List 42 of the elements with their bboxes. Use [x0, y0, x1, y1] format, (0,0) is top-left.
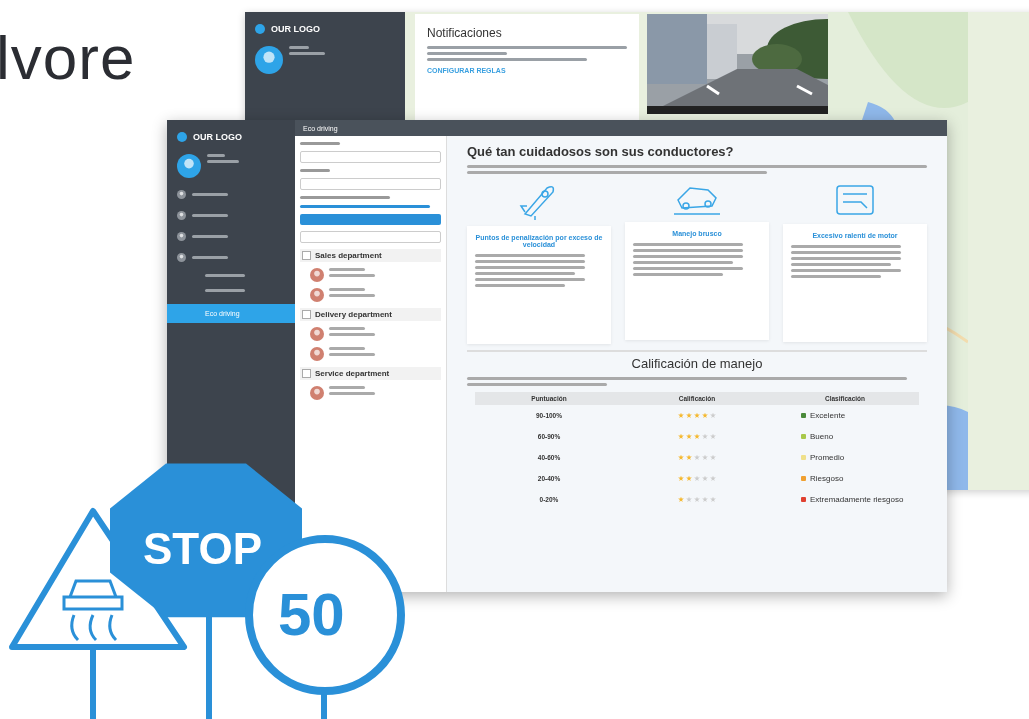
table-cell: Excelente [810, 411, 846, 420]
time-field[interactable] [300, 178, 441, 190]
section-heading: Calificación de manejo [467, 350, 927, 371]
avatar-icon [177, 253, 186, 262]
logo-icon [177, 132, 187, 142]
group-header[interactable]: Sales department [300, 249, 441, 262]
brand-logo-text: lvore [0, 22, 136, 93]
avatar-icon [310, 288, 324, 302]
blurred-text-drawing [207, 154, 239, 163]
group-header[interactable]: Service department [300, 367, 441, 380]
blurred-text-drawing [289, 46, 325, 55]
blurred-text-drawing [329, 268, 375, 277]
logo-text: OUR LOGO [271, 24, 320, 34]
sign-text: STOP [143, 524, 262, 574]
logo-text: OUR LOGO [193, 132, 242, 142]
table-cell: Extremadamente riesgoso [810, 495, 904, 504]
blurred-text-drawing [300, 169, 330, 172]
section-heading: Qué tan cuidadosos son sus conductores? [467, 144, 735, 159]
logo-icon [255, 24, 265, 34]
avatar-icon [310, 347, 324, 361]
table-cell: Bueno [810, 432, 834, 441]
avatar-icon [177, 211, 186, 220]
avatar-icon [310, 386, 324, 400]
card-title: Notificaciones [427, 26, 503, 40]
blurred-text-drawing [329, 347, 375, 356]
avatar-icon [310, 327, 324, 341]
table-cell: Promedio [810, 453, 845, 462]
date-range-field[interactable] [300, 151, 441, 163]
table-cell: Riesgoso [810, 474, 844, 483]
blurred-text-drawing [329, 288, 375, 297]
avatar-icon [177, 154, 201, 178]
blurred-text-drawing [329, 327, 375, 336]
apply-button[interactable] [300, 214, 441, 225]
avatar-icon [255, 46, 283, 74]
avatar-icon [177, 190, 186, 199]
blurred-text-drawing [300, 142, 340, 145]
avatar-icon [310, 268, 324, 282]
avatar-icon [177, 232, 186, 241]
group-header[interactable]: Delivery department [300, 308, 441, 321]
sign-text: 50 [278, 580, 345, 649]
blurred-text-drawing [329, 386, 375, 395]
search-field[interactable] [300, 231, 441, 243]
